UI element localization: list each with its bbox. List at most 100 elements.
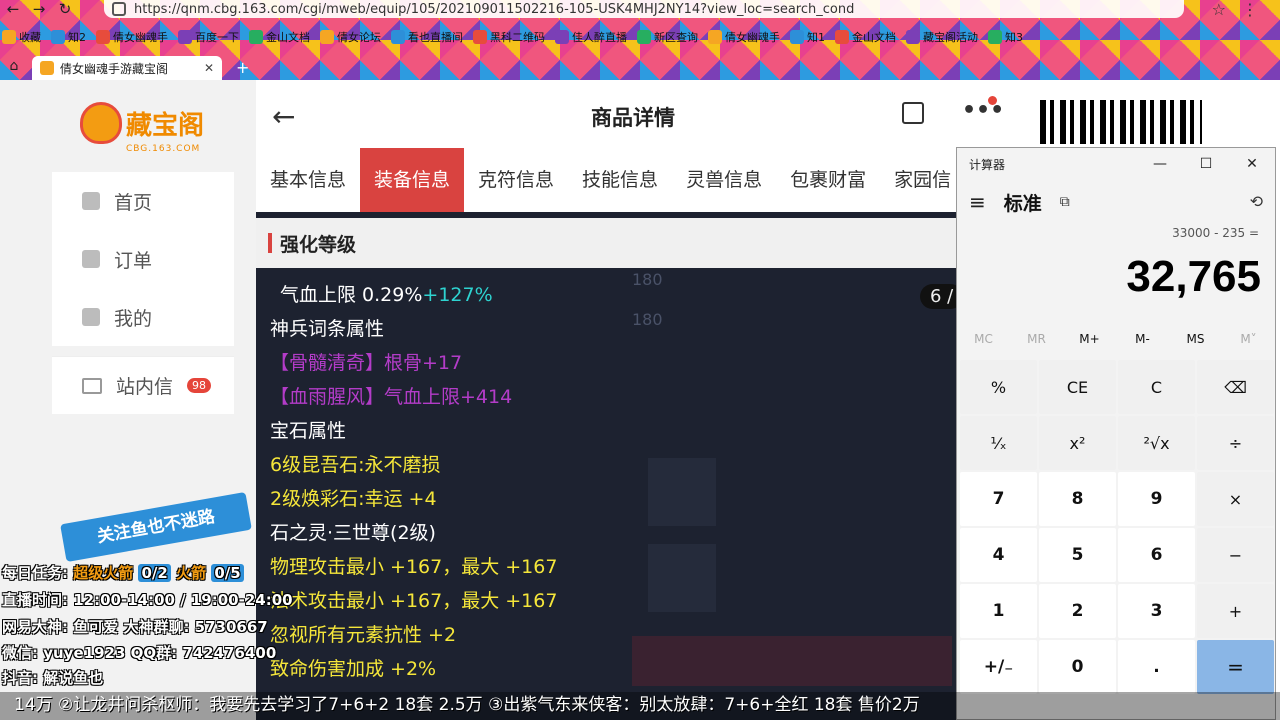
hamburger-menu-icon[interactable]: ≡ — [969, 190, 986, 214]
calc-key[interactable]: = — [1197, 640, 1274, 694]
attribute-text: 宝石属性 — [270, 420, 347, 442]
forward-nav-icon[interactable]: → — [26, 0, 52, 20]
calc-key[interactable]: ¹⁄ₓ — [960, 416, 1037, 470]
bookmark-item[interactable]: 知2 — [51, 29, 86, 45]
calc-titlebar[interactable]: 计算器 — ☐ ✕ — [957, 148, 1275, 180]
history-icon[interactable]: ⟲ — [1250, 192, 1263, 211]
bookmark-item[interactable]: 佳人醉直播 — [555, 29, 627, 45]
calc-key[interactable]: ⌫ — [1197, 360, 1274, 414]
attribute-line: 【血雨腥风】气血上限+414 — [270, 382, 512, 409]
tab-close-icon[interactable]: ✕ — [204, 61, 214, 75]
daily-label: 每日任务: — [2, 564, 68, 582]
attribute-line: 神兵词条属性 — [270, 314, 384, 341]
memory-button[interactable]: M+ — [1063, 332, 1116, 354]
star-icon[interactable]: ☆ — [1212, 0, 1226, 19]
calc-key[interactable]: × — [1197, 472, 1274, 526]
memory-button[interactable]: M- — [1116, 332, 1169, 354]
calc-key[interactable]: 8 — [1039, 472, 1116, 526]
tab-1[interactable]: 装备信息 — [360, 148, 465, 212]
calc-key[interactable]: 5 — [1039, 528, 1116, 582]
bookmark-item[interactable]: 金山文档 — [249, 29, 310, 45]
site-logo[interactable]: 藏宝阁 — [80, 102, 204, 144]
bookmark-item[interactable]: 看也直播间 — [391, 29, 463, 45]
calc-key[interactable]: % — [960, 360, 1037, 414]
calc-key[interactable]: CE — [1039, 360, 1116, 414]
bookmark-item[interactable]: 黑科二维码 — [473, 29, 545, 45]
calc-key[interactable]: +/₋ — [960, 640, 1037, 694]
calc-key[interactable]: ²√x — [1118, 416, 1195, 470]
tab-3[interactable]: 技能信息 — [568, 148, 672, 212]
logo-text: 藏宝阁 — [126, 110, 205, 141]
refresh-icon[interactable]: ↻ — [52, 0, 78, 20]
calc-key[interactable]: 7 — [960, 472, 1037, 526]
qr-code — [1040, 100, 1202, 144]
bg-value: 180 — [632, 270, 663, 289]
calc-key[interactable]: C — [1118, 360, 1195, 414]
bookmark-label: 金山文档 — [852, 31, 896, 44]
bookmark-favicon-icon — [249, 30, 263, 44]
calc-modebar: ≡ 标准 ⧉ — [957, 180, 1275, 224]
attribute-line: 6级昆吾石:永不磨损 — [270, 450, 441, 477]
bookmark-item[interactable]: 知1 — [790, 29, 825, 45]
maximize-icon[interactable]: ☐ — [1183, 156, 1229, 172]
bookmark-item[interactable]: 百度一下 — [178, 29, 239, 45]
memory-button[interactable]: MR — [1010, 332, 1063, 354]
tab-title: 倩女幽魂手游藏宝阁 — [60, 61, 169, 76]
calc-key[interactable]: 3 — [1118, 584, 1195, 638]
bookmark-item[interactable]: 倩女幽魂手 — [708, 29, 780, 45]
bookmark-favicon-icon — [790, 30, 804, 44]
new-tab-icon[interactable]: + — [236, 58, 249, 77]
calc-key[interactable]: ÷ — [1197, 416, 1274, 470]
url-text[interactable]: https://qnm.cbg.163.com/cgi/mweb/equip/1… — [134, 2, 854, 17]
nav-label: 我的 — [114, 307, 153, 330]
bookmark-item[interactable]: 知3 — [988, 29, 1023, 45]
memory-button[interactable]: MC — [957, 332, 1010, 354]
tab-4[interactable]: 灵兽信息 — [672, 148, 776, 212]
calc-key[interactable]: x² — [1039, 416, 1116, 470]
calc-key[interactable]: 6 — [1118, 528, 1195, 582]
back-nav-icon[interactable]: ← — [0, 0, 26, 20]
close-icon[interactable]: ✕ — [1229, 156, 1275, 172]
bookmark-label: 藏宝阁活动 — [923, 31, 978, 44]
browser-tab[interactable]: 倩女幽魂手游藏宝阁 ✕ — [32, 56, 222, 80]
attribute-line: 气血上限 0.29%+127% — [280, 280, 493, 307]
attribute-text: 2级焕彩石:幸运 +4 — [270, 488, 437, 510]
address-bar[interactable]: https://qnm.cbg.163.com/cgi/mweb/equip/1… — [104, 0, 1184, 18]
calc-key[interactable]: 4 — [960, 528, 1037, 582]
share-icon[interactable] — [902, 102, 924, 124]
calc-key[interactable]: + — [1197, 584, 1274, 638]
nav-item-orders[interactable]: 订单 — [52, 230, 234, 288]
attribute-line: 致命伤害加成 +2% — [270, 654, 436, 681]
bookmark-item[interactable]: 金山文档 — [835, 29, 896, 45]
nav-item-home[interactable]: 首页 — [52, 172, 234, 230]
nav-item-messages[interactable]: 站内信 98 — [52, 356, 234, 414]
calc-key[interactable]: 1 — [960, 584, 1037, 638]
tab-5[interactable]: 包裹财富 — [776, 148, 880, 212]
bookmark-item[interactable]: 收藏 — [2, 29, 41, 45]
daily-task-line: 每日任务: 超级火箭 0/2 火箭 0/5 — [2, 562, 244, 583]
tab-0[interactable]: 基本信息 — [256, 148, 360, 212]
browser-menu-icon[interactable]: ⋮ — [1242, 0, 1258, 19]
bookmark-item[interactable]: 新区查询 — [637, 29, 698, 45]
tab-6[interactable]: 家园信 — [880, 148, 965, 212]
bookmark-favicon-icon — [473, 30, 487, 44]
home-icon[interactable]: ⌂ — [4, 58, 24, 78]
calc-key[interactable]: 9 — [1118, 472, 1195, 526]
calc-key[interactable]: . — [1118, 640, 1195, 694]
bookmark-item[interactable]: 倩女论坛 — [320, 29, 381, 45]
bookmark-item[interactable]: 倩女幽魂手 — [96, 29, 168, 45]
keep-on-top-icon[interactable]: ⧉ — [1060, 194, 1070, 210]
calc-key[interactable]: 0 — [1039, 640, 1116, 694]
calc-key[interactable]: − — [1197, 528, 1274, 582]
nav-item-me[interactable]: 我的 — [52, 288, 234, 346]
memory-button[interactable]: M˅ — [1222, 332, 1275, 354]
attribute-text: 忽视所有元素抗性 +2 — [270, 624, 457, 646]
product-header: ← 商品详情 ••• — [256, 80, 1010, 152]
more-icon[interactable]: ••• — [962, 98, 1004, 123]
tab-2[interactable]: 克符信息 — [464, 148, 568, 212]
minimize-icon[interactable]: — — [1137, 156, 1183, 172]
bookmark-favicon-icon — [555, 30, 569, 44]
bookmark-item[interactable]: 藏宝阁活动 — [906, 29, 978, 45]
calc-key[interactable]: 2 — [1039, 584, 1116, 638]
memory-button[interactable]: MS — [1169, 332, 1222, 354]
